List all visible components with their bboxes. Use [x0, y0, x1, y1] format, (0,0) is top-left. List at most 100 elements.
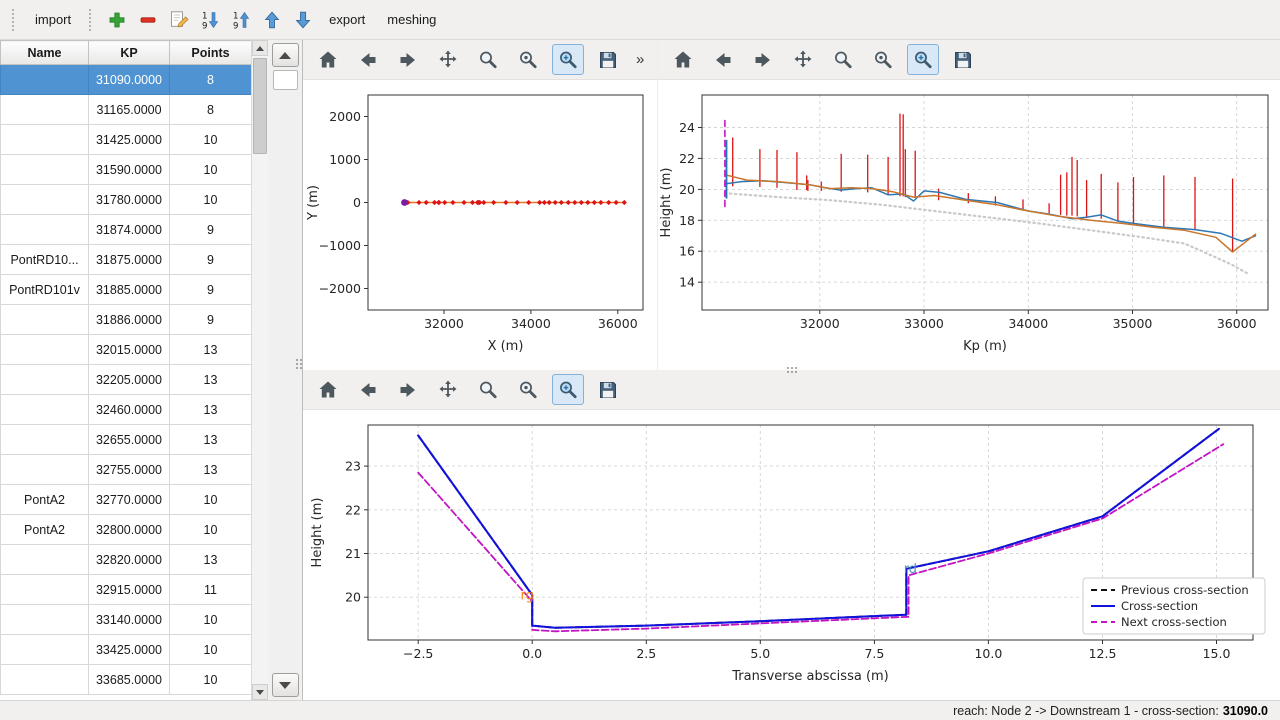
- plan-chart[interactable]: 320003400036000−2000−1000010002000X (m)Y…: [303, 80, 657, 370]
- column-header-name[interactable]: Name: [1, 41, 89, 65]
- cell-kp[interactable]: 31874.0000: [89, 215, 170, 245]
- profile-chart[interactable]: 3200033000340003500036000141618202224Kp …: [658, 80, 1279, 370]
- toolbar-overflow-button[interactable]: »: [632, 49, 648, 70]
- zoom-axes-button[interactable]: [512, 374, 544, 405]
- cell-kp[interactable]: 33685.0000: [89, 665, 170, 695]
- export-button[interactable]: export: [319, 7, 375, 32]
- toolbar-handle[interactable]: [12, 9, 17, 31]
- cell-kp[interactable]: 32460.0000: [89, 395, 170, 425]
- forward-button[interactable]: [747, 44, 779, 75]
- table-row[interactable]: 32915.000011: [1, 575, 252, 605]
- save-figure-button[interactable]: [592, 44, 624, 75]
- cell-points[interactable]: 10: [170, 515, 252, 545]
- table-row[interactable]: 33140.000010: [1, 605, 252, 635]
- save-figure-button[interactable]: [947, 44, 979, 75]
- cell-name[interactable]: [1, 215, 89, 245]
- zoom-window-button[interactable]: [907, 44, 939, 75]
- zoom-rect-button[interactable]: [472, 44, 504, 75]
- cell-points[interactable]: 9: [170, 305, 252, 335]
- cell-name[interactable]: [1, 365, 89, 395]
- cell-name[interactable]: [1, 65, 89, 95]
- cell-points[interactable]: 13: [170, 455, 252, 485]
- cell-kp[interactable]: 32655.0000: [89, 425, 170, 455]
- cell-points[interactable]: 13: [170, 395, 252, 425]
- remove-cross-section-button[interactable]: [133, 5, 162, 34]
- table-row[interactable]: 32655.000013: [1, 425, 252, 455]
- column-header-kp[interactable]: KP: [89, 41, 170, 65]
- cell-kp[interactable]: 31165.0000: [89, 95, 170, 125]
- cell-kp[interactable]: 32820.0000: [89, 545, 170, 575]
- cell-kp[interactable]: 31425.0000: [89, 125, 170, 155]
- cell-points[interactable]: 13: [170, 335, 252, 365]
- cell-points[interactable]: 10: [170, 635, 252, 665]
- cell-name[interactable]: [1, 155, 89, 185]
- table-row[interactable]: 32820.000013: [1, 545, 252, 575]
- nav-scrollbar-thumb[interactable]: [273, 70, 298, 90]
- cell-kp[interactable]: 33425.0000: [89, 635, 170, 665]
- cell-name[interactable]: [1, 95, 89, 125]
- cell-name[interactable]: [1, 545, 89, 575]
- table-row[interactable]: 31425.000010: [1, 125, 252, 155]
- forward-button[interactable]: [392, 44, 424, 75]
- cell-name[interactable]: PontRD10...: [1, 245, 89, 275]
- sort-descending-button[interactable]: 19: [195, 5, 224, 34]
- cell-points[interactable]: 8: [170, 95, 252, 125]
- cell-kp[interactable]: 32755.0000: [89, 455, 170, 485]
- cell-name[interactable]: PontA2: [1, 485, 89, 515]
- zoom-window-button[interactable]: [552, 44, 584, 75]
- column-header-points[interactable]: Points: [170, 41, 252, 65]
- sort-ascending-button[interactable]: 19: [226, 5, 255, 34]
- scrollbar-thumb[interactable]: [253, 58, 267, 154]
- table-row[interactable]: 31165.00008: [1, 95, 252, 125]
- zoom-axes-button[interactable]: [867, 44, 899, 75]
- zoom-axes-button[interactable]: [512, 44, 544, 75]
- cell-points[interactable]: 10: [170, 605, 252, 635]
- back-button[interactable]: [707, 44, 739, 75]
- pan-button[interactable]: [787, 44, 819, 75]
- scrollbar-track[interactable]: [252, 56, 268, 684]
- cell-points[interactable]: 10: [170, 155, 252, 185]
- table-row[interactable]: 31886.00009: [1, 305, 252, 335]
- cell-kp[interactable]: 32800.0000: [89, 515, 170, 545]
- table-row[interactable]: 32015.000013: [1, 335, 252, 365]
- cell-name[interactable]: [1, 455, 89, 485]
- cell-points[interactable]: 10: [170, 125, 252, 155]
- add-cross-section-button[interactable]: [102, 5, 131, 34]
- cross-section-chart[interactable]: rgrd−2.50.02.55.07.510.012.515.020212223…: [303, 410, 1280, 700]
- toolbar-handle[interactable]: [89, 9, 94, 31]
- table-row[interactable]: 32460.000013: [1, 395, 252, 425]
- move-down-button[interactable]: [288, 5, 317, 34]
- zoom-rect-button[interactable]: [472, 374, 504, 405]
- cell-kp[interactable]: 31590.0000: [89, 155, 170, 185]
- move-row-up-button[interactable]: [272, 43, 299, 67]
- cell-kp[interactable]: 32015.0000: [89, 335, 170, 365]
- pan-button[interactable]: [432, 44, 464, 75]
- cell-kp[interactable]: 32770.0000: [89, 485, 170, 515]
- cell-points[interactable]: 13: [170, 365, 252, 395]
- back-button[interactable]: [352, 374, 384, 405]
- pan-button[interactable]: [432, 374, 464, 405]
- import-button[interactable]: import: [25, 7, 81, 32]
- table-row[interactable]: PontRD101v31885.00009: [1, 275, 252, 305]
- cell-kp[interactable]: 31780.0000: [89, 185, 170, 215]
- table-row[interactable]: PontA232770.000010: [1, 485, 252, 515]
- cell-kp[interactable]: 33140.0000: [89, 605, 170, 635]
- cell-name[interactable]: PontA2: [1, 515, 89, 545]
- cell-points[interactable]: 10: [170, 185, 252, 215]
- cell-kp[interactable]: 31090.0000: [89, 65, 170, 95]
- table-row[interactable]: 32205.000013: [1, 365, 252, 395]
- cell-name[interactable]: [1, 305, 89, 335]
- cell-name[interactable]: [1, 395, 89, 425]
- zoom-window-button[interactable]: [552, 374, 584, 405]
- cell-points[interactable]: 10: [170, 665, 252, 695]
- cell-name[interactable]: [1, 635, 89, 665]
- cell-name[interactable]: [1, 425, 89, 455]
- save-figure-button[interactable]: [592, 374, 624, 405]
- table-row[interactable]: PontRD10...31875.00009: [1, 245, 252, 275]
- home-button[interactable]: [667, 44, 699, 75]
- cell-kp[interactable]: 31875.0000: [89, 245, 170, 275]
- cell-points[interactable]: 13: [170, 425, 252, 455]
- cell-points[interactable]: 8: [170, 65, 252, 95]
- cell-points[interactable]: 11: [170, 575, 252, 605]
- cell-name[interactable]: [1, 335, 89, 365]
